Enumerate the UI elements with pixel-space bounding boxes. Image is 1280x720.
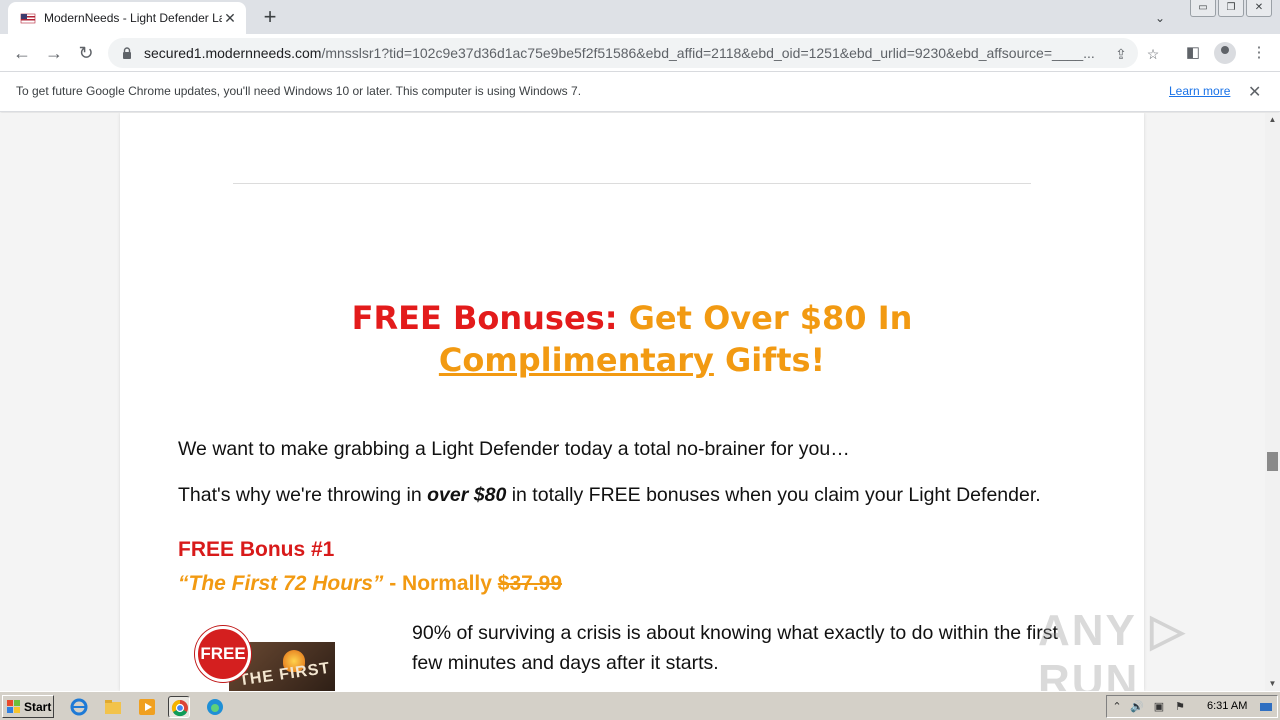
- media-player-icon[interactable]: [136, 696, 158, 718]
- headline-gifts: Gifts!: [713, 341, 826, 379]
- taskbar-clock[interactable]: 6:31 AM: [1207, 700, 1247, 712]
- internet-explorer-icon[interactable]: [68, 696, 90, 718]
- section-divider: [233, 183, 1031, 184]
- reload-icon[interactable]: ↻: [74, 41, 98, 65]
- page-content: FREE Bonuses: Get Over $80 In Compliment…: [120, 113, 1144, 691]
- forward-icon[interactable]: →: [42, 41, 66, 65]
- bonus-1-normally: - Normally: [383, 572, 498, 595]
- headline-get-over: Get Over $80 In: [617, 299, 913, 337]
- url-host: secured1.modernneeds.com: [144, 45, 322, 61]
- bookmark-star-icon[interactable]: ☆: [1144, 45, 1162, 63]
- chrome-menu-icon[interactable]: ⋮: [1248, 42, 1270, 64]
- url-path: /mnsslsr1?tid=102c9e37d36d1ac75e9be5f2f5…: [321, 45, 1095, 61]
- restore-button[interactable]: ❐: [1218, 0, 1244, 17]
- side-panel-icon[interactable]: ◧: [1182, 42, 1204, 64]
- free-badge: FREE: [195, 626, 251, 682]
- show-desktop-icon[interactable]: [1259, 700, 1273, 714]
- scroll-up-icon[interactable]: ▲: [1265, 113, 1280, 127]
- action-center-flag-icon[interactable]: ⚑: [1173, 700, 1187, 714]
- bonus-paragraph-end: in totally FREE bonuses when you claim y…: [506, 484, 1041, 506]
- start-label: Start: [24, 699, 52, 714]
- system-tray: ⌃ 🔊 ▣ ⚑ 6:31 AM: [1106, 695, 1278, 718]
- site-flag-icon: [20, 10, 36, 26]
- intro-paragraph: We want to make grabbing a Light Defende…: [178, 438, 850, 460]
- windows-logo-icon: [7, 699, 21, 714]
- new-tab-button[interactable]: +: [258, 6, 282, 30]
- chrome-taskbar-icon[interactable]: [168, 696, 190, 718]
- tab-title: ModernNeeds - Light Defender Laser: [44, 11, 222, 25]
- bonuses-headline: FREE Bonuses: Get Over $80 In Compliment…: [220, 297, 1044, 381]
- minimize-button[interactable]: ▭: [1190, 0, 1216, 17]
- window-controls: ▭ ❐ ✕: [1190, 0, 1272, 18]
- close-window-button[interactable]: ✕: [1246, 0, 1272, 17]
- bonus-1-book-image: FREE THE FIRST: [195, 626, 345, 691]
- infobar-message: To get future Google Chrome updates, you…: [16, 84, 582, 98]
- headline-complimentary: Complimentary: [438, 341, 714, 379]
- update-infobar: To get future Google Chrome updates, you…: [0, 72, 1280, 112]
- tray-expand-icon[interactable]: ⌃: [1110, 700, 1124, 714]
- windows-taskbar: Start ⌃ 🔊 ▣ ⚑ 6:31 AM: [0, 691, 1280, 720]
- bonus-1-title: FREE Bonus #1: [178, 538, 335, 561]
- browser-tab[interactable]: ModernNeeds - Light Defender Laser ✕: [8, 2, 246, 34]
- network-icon[interactable]: ▣: [1152, 700, 1166, 714]
- bonus-paragraph-start: That's why we're throwing in: [178, 484, 428, 506]
- profile-avatar-icon[interactable]: [1214, 42, 1236, 64]
- browser-toolbar: ← → ↻ secured1.modernneeds.com/mnsslsr1?…: [0, 34, 1280, 72]
- share-icon[interactable]: ⇪: [1112, 45, 1130, 63]
- tab-search-icon[interactable]: ⌄: [1150, 8, 1170, 28]
- volume-icon[interactable]: 🔊: [1130, 700, 1144, 714]
- bonus-1-name: “The First 72 Hours”: [178, 572, 384, 595]
- bonus-1-subtitle: “The First 72 Hours” - Normally $37.99: [178, 572, 562, 596]
- bonus-paragraph-emphasis: over $80: [427, 484, 507, 506]
- bonus-1-price: $37.99: [497, 572, 562, 595]
- edge-icon[interactable]: [204, 696, 226, 718]
- infobar-close-icon[interactable]: ✕: [1248, 82, 1261, 102]
- scrollbar-thumb[interactable]: [1267, 452, 1278, 471]
- bonus-1-description: 90% of surviving a crisis is about knowi…: [412, 622, 1058, 674]
- lock-icon[interactable]: [120, 46, 134, 60]
- tab-strip: ModernNeeds - Light Defender Laser ✕ + ⌄…: [0, 0, 1280, 34]
- tab-close-icon[interactable]: ✕: [222, 10, 238, 26]
- file-explorer-icon[interactable]: [102, 696, 124, 718]
- headline-free-bonuses: FREE Bonuses:: [351, 299, 618, 337]
- learn-more-link[interactable]: Learn more: [1169, 84, 1230, 98]
- address-bar[interactable]: secured1.modernneeds.com/mnsslsr1?tid=10…: [108, 38, 1159, 68]
- start-button[interactable]: Start: [2, 695, 54, 718]
- bonus-paragraph: That's why we're throwing in over $80 in…: [178, 484, 1041, 507]
- url-text[interactable]: secured1.modernneeds.com/mnsslsr1?tid=10…: [144, 45, 1104, 61]
- back-icon[interactable]: ←: [10, 41, 34, 65]
